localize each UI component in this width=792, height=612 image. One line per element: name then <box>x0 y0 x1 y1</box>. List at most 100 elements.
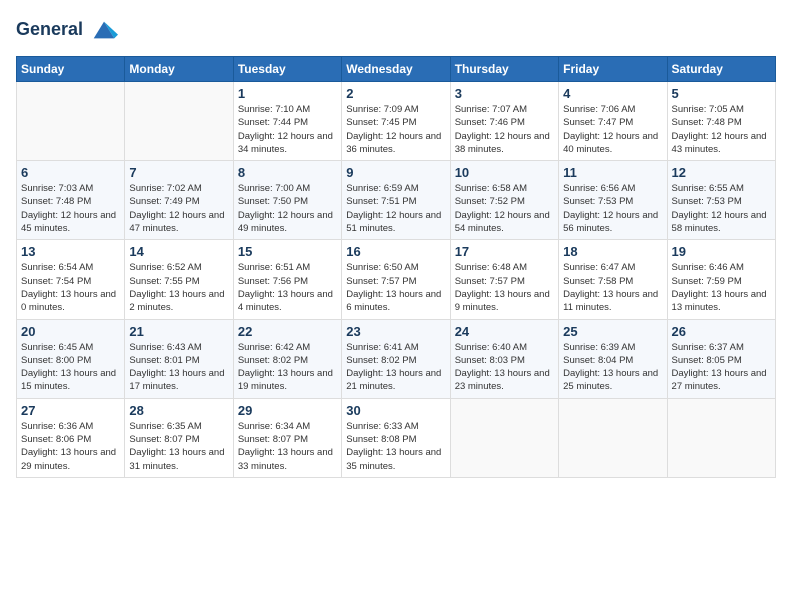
day-info: Sunrise: 7:03 AM Sunset: 7:48 PM Dayligh… <box>21 182 120 235</box>
calendar-cell: 27 Sunrise: 6:36 AM Sunset: 8:06 PM Dayli… <box>17 398 125 477</box>
day-number: 15 <box>238 244 337 259</box>
day-number: 20 <box>21 324 120 339</box>
calendar-cell: 21 Sunrise: 6:43 AM Sunset: 8:01 PM Dayli… <box>125 319 233 398</box>
day-number: 10 <box>455 165 554 180</box>
day-number: 29 <box>238 403 337 418</box>
day-number: 8 <box>238 165 337 180</box>
calendar-cell: 19 Sunrise: 6:46 AM Sunset: 7:59 PM Dayli… <box>667 240 775 319</box>
day-number: 26 <box>672 324 771 339</box>
day-info: Sunrise: 6:37 AM Sunset: 8:05 PM Dayligh… <box>672 341 771 394</box>
calendar-week-row: 1Sunrise: 7:10 AM Sunset: 7:44 PM Daylig… <box>17 82 776 161</box>
calendar-week-row: 6 Sunrise: 7:03 AM Sunset: 7:48 PM Daylig… <box>17 161 776 240</box>
calendar-cell: 10 Sunrise: 6:58 AM Sunset: 7:52 PM Dayli… <box>450 161 558 240</box>
calendar-day-header: Saturday <box>667 57 775 82</box>
day-info: Sunrise: 6:35 AM Sunset: 8:07 PM Dayligh… <box>129 420 228 473</box>
day-info: Sunrise: 6:40 AM Sunset: 8:03 PM Dayligh… <box>455 341 554 394</box>
calendar-week-row: 27 Sunrise: 6:36 AM Sunset: 8:06 PM Dayli… <box>17 398 776 477</box>
day-info: Sunrise: 6:34 AM Sunset: 8:07 PM Dayligh… <box>238 420 337 473</box>
day-info: Sunrise: 7:00 AM Sunset: 7:50 PM Dayligh… <box>238 182 337 235</box>
day-info: Sunrise: 6:36 AM Sunset: 8:06 PM Dayligh… <box>21 420 120 473</box>
calendar-cell: 13 Sunrise: 6:54 AM Sunset: 7:54 PM Dayli… <box>17 240 125 319</box>
calendar-cell: 22Sunrise: 6:42 AM Sunset: 8:02 PM Dayli… <box>233 319 341 398</box>
calendar-cell: 4Sunrise: 7:06 AM Sunset: 7:47 PM Daylig… <box>559 82 667 161</box>
calendar-day-header: Tuesday <box>233 57 341 82</box>
day-number: 23 <box>346 324 445 339</box>
calendar-cell: 28 Sunrise: 6:35 AM Sunset: 8:07 PM Dayli… <box>125 398 233 477</box>
day-info: Sunrise: 6:45 AM Sunset: 8:00 PM Dayligh… <box>21 341 120 394</box>
day-info: Sunrise: 6:48 AM Sunset: 7:57 PM Dayligh… <box>455 261 554 314</box>
calendar-table: SundayMondayTuesdayWednesdayThursdayFrid… <box>16 56 776 478</box>
day-info: Sunrise: 6:56 AM Sunset: 7:53 PM Dayligh… <box>563 182 662 235</box>
calendar-cell: 30 Sunrise: 6:33 AM Sunset: 8:08 PM Dayli… <box>342 398 450 477</box>
day-number: 19 <box>672 244 771 259</box>
day-info: Sunrise: 6:55 AM Sunset: 7:53 PM Dayligh… <box>672 182 771 235</box>
logo: General <box>16 16 118 44</box>
calendar-cell: 11 Sunrise: 6:56 AM Sunset: 7:53 PM Dayli… <box>559 161 667 240</box>
day-number: 7 <box>129 165 228 180</box>
day-number: 11 <box>563 165 662 180</box>
calendar-body: 1Sunrise: 7:10 AM Sunset: 7:44 PM Daylig… <box>17 82 776 478</box>
day-info: Sunrise: 6:41 AM Sunset: 8:02 PM Dayligh… <box>346 341 445 394</box>
day-number: 9 <box>346 165 445 180</box>
day-number: 6 <box>21 165 120 180</box>
day-info: Sunrise: 6:43 AM Sunset: 8:01 PM Dayligh… <box>129 341 228 394</box>
calendar-cell <box>17 82 125 161</box>
calendar-cell: 1Sunrise: 7:10 AM Sunset: 7:44 PM Daylig… <box>233 82 341 161</box>
day-info: Sunrise: 6:54 AM Sunset: 7:54 PM Dayligh… <box>21 261 120 314</box>
calendar-cell: 7 Sunrise: 7:02 AM Sunset: 7:49 PM Daylig… <box>125 161 233 240</box>
calendar-cell <box>125 82 233 161</box>
calendar-cell: 14Sunrise: 6:52 AM Sunset: 7:55 PM Dayli… <box>125 240 233 319</box>
calendar-cell: 8 Sunrise: 7:00 AM Sunset: 7:50 PM Daylig… <box>233 161 341 240</box>
calendar-day-header: Monday <box>125 57 233 82</box>
calendar-cell <box>450 398 558 477</box>
day-info: Sunrise: 7:02 AM Sunset: 7:49 PM Dayligh… <box>129 182 228 235</box>
calendar-cell <box>667 398 775 477</box>
day-info: Sunrise: 7:09 AM Sunset: 7:45 PM Dayligh… <box>346 103 445 156</box>
day-info: Sunrise: 6:50 AM Sunset: 7:57 PM Dayligh… <box>346 261 445 314</box>
day-number: 18 <box>563 244 662 259</box>
day-info: Sunrise: 7:05 AM Sunset: 7:48 PM Dayligh… <box>672 103 771 156</box>
calendar-cell: 9 Sunrise: 6:59 AM Sunset: 7:51 PM Daylig… <box>342 161 450 240</box>
day-info: Sunrise: 6:51 AM Sunset: 7:56 PM Dayligh… <box>238 261 337 314</box>
logo-icon <box>90 16 118 44</box>
day-number: 16 <box>346 244 445 259</box>
day-number: 21 <box>129 324 228 339</box>
calendar-cell: 5Sunrise: 7:05 AM Sunset: 7:48 PM Daylig… <box>667 82 775 161</box>
day-number: 12 <box>672 165 771 180</box>
calendar-cell: 18 Sunrise: 6:47 AM Sunset: 7:58 PM Dayli… <box>559 240 667 319</box>
day-number: 2 <box>346 86 445 101</box>
day-info: Sunrise: 6:52 AM Sunset: 7:55 PM Dayligh… <box>129 261 228 314</box>
calendar-cell: 6 Sunrise: 7:03 AM Sunset: 7:48 PM Daylig… <box>17 161 125 240</box>
day-number: 27 <box>21 403 120 418</box>
calendar-header: SundayMondayTuesdayWednesdayThursdayFrid… <box>17 57 776 82</box>
day-info: Sunrise: 6:58 AM Sunset: 7:52 PM Dayligh… <box>455 182 554 235</box>
day-info: Sunrise: 6:59 AM Sunset: 7:51 PM Dayligh… <box>346 182 445 235</box>
day-number: 17 <box>455 244 554 259</box>
calendar-day-header: Sunday <box>17 57 125 82</box>
day-info: Sunrise: 6:47 AM Sunset: 7:58 PM Dayligh… <box>563 261 662 314</box>
calendar-cell: 16 Sunrise: 6:50 AM Sunset: 7:57 PM Dayli… <box>342 240 450 319</box>
calendar-week-row: 13 Sunrise: 6:54 AM Sunset: 7:54 PM Dayli… <box>17 240 776 319</box>
calendar-cell: 15 Sunrise: 6:51 AM Sunset: 7:56 PM Dayli… <box>233 240 341 319</box>
day-info: Sunrise: 6:39 AM Sunset: 8:04 PM Dayligh… <box>563 341 662 394</box>
calendar-cell: 29 Sunrise: 6:34 AM Sunset: 8:07 PM Dayli… <box>233 398 341 477</box>
day-number: 30 <box>346 403 445 418</box>
day-info: Sunrise: 6:46 AM Sunset: 7:59 PM Dayligh… <box>672 261 771 314</box>
day-number: 13 <box>21 244 120 259</box>
day-number: 28 <box>129 403 228 418</box>
calendar-cell: 2 Sunrise: 7:09 AM Sunset: 7:45 PM Daylig… <box>342 82 450 161</box>
calendar-cell: 12 Sunrise: 6:55 AM Sunset: 7:53 PM Dayli… <box>667 161 775 240</box>
calendar-week-row: 20 Sunrise: 6:45 AM Sunset: 8:00 PM Dayli… <box>17 319 776 398</box>
calendar-cell <box>559 398 667 477</box>
calendar-day-header: Friday <box>559 57 667 82</box>
day-info: Sunrise: 7:07 AM Sunset: 7:46 PM Dayligh… <box>455 103 554 156</box>
calendar-cell: 25Sunrise: 6:39 AM Sunset: 8:04 PM Dayli… <box>559 319 667 398</box>
day-info: Sunrise: 6:33 AM Sunset: 8:08 PM Dayligh… <box>346 420 445 473</box>
logo-text: General <box>16 16 118 44</box>
calendar-day-header: Thursday <box>450 57 558 82</box>
day-number: 24 <box>455 324 554 339</box>
calendar-cell: 20 Sunrise: 6:45 AM Sunset: 8:00 PM Dayli… <box>17 319 125 398</box>
calendar-cell: 3Sunrise: 7:07 AM Sunset: 7:46 PM Daylig… <box>450 82 558 161</box>
calendar-day-header: Wednesday <box>342 57 450 82</box>
calendar-cell: 24 Sunrise: 6:40 AM Sunset: 8:03 PM Dayli… <box>450 319 558 398</box>
